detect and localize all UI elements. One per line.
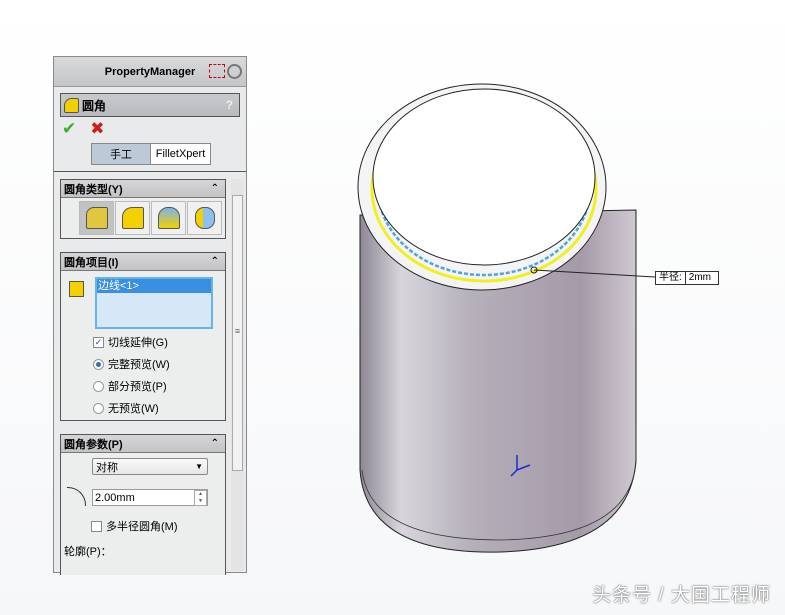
section-title: 圆角参数(P) xyxy=(64,438,123,451)
variable-radius-icon xyxy=(121,207,144,229)
radio-label: 无预览(W) xyxy=(108,403,159,415)
fillet-items-section: 圆角项目(I) ⌃ 边线<1> ✓ 切线延伸(G) 完整预览(W) 部分预览(P) … xyxy=(60,252,226,421)
no-preview-radio[interactable]: 无预览(W) xyxy=(93,397,225,419)
scrollbar[interactable]: ≡ xyxy=(231,179,244,571)
magnifier-icon[interactable] xyxy=(227,64,242,79)
method-value: 对称 xyxy=(96,461,118,474)
radius-input[interactable]: 2.00mm ▲ ▼ xyxy=(92,489,208,506)
model-viewport[interactable] xyxy=(250,0,785,615)
cancel-button[interactable]: ✖ xyxy=(90,119,104,139)
full-preview-radio[interactable]: 完整预览(W) xyxy=(93,353,225,375)
collapse-icon[interactable]: ⌃ xyxy=(211,438,219,449)
pin-icon[interactable] xyxy=(209,64,225,78)
dimension-label: 半径: xyxy=(655,271,686,285)
checkbox-label: 多半径圆角(M) xyxy=(106,521,178,533)
fillet-type-section: 圆角类型(Y) ⌃ xyxy=(60,179,226,239)
collapse-icon[interactable]: ⌃ xyxy=(211,183,219,194)
constant-radius-icon xyxy=(85,207,108,229)
tab-filletxpert[interactable]: FilletXpert xyxy=(151,144,210,164)
tangent-propagation-checkbox[interactable]: ✓ 切线延伸(G) xyxy=(93,331,225,353)
selected-edge[interactable]: 边线<1> xyxy=(97,279,211,293)
radius-icon xyxy=(67,487,86,506)
fillet-params-section: 圆角参数(P) ⌃ 对称 ▼ 2.00mm ▲ ▼ 多半径圆角(M) 轮廓(P)： xyxy=(60,434,226,575)
variable-radius-button[interactable] xyxy=(115,201,150,235)
ok-button[interactable]: ✔ xyxy=(62,119,76,139)
section-title: 圆角类型(Y) xyxy=(64,183,123,196)
tab-manual[interactable]: 手工 xyxy=(92,144,151,164)
full-round-icon xyxy=(194,207,215,229)
help-icon[interactable]: ? xyxy=(226,98,233,112)
property-manager: PropertyManager 圆角 ? ✔ ✖ 手工 FilletXpert … xyxy=(53,56,247,575)
spin-buttons[interactable]: ▲ ▼ xyxy=(194,489,207,506)
chevron-down-icon: ▼ xyxy=(195,462,203,471)
radio-label: 完整预览(W) xyxy=(108,359,170,371)
profile-label: 轮廓(P)： xyxy=(64,546,112,558)
method-select[interactable]: 对称 ▼ xyxy=(92,458,208,475)
constant-radius-button[interactable] xyxy=(79,201,114,235)
top-opening xyxy=(372,88,596,266)
face-fillet-button[interactable] xyxy=(151,201,186,235)
face-fillet-icon xyxy=(157,207,180,229)
section-title: 圆角项目(I) xyxy=(64,256,119,269)
radius-value: 2.00mm xyxy=(95,491,135,504)
pm-title: PropertyManager xyxy=(104,65,196,78)
feature-title: 圆角 xyxy=(82,98,107,113)
full-round-button[interactable] xyxy=(187,201,222,235)
partial-preview-radio[interactable]: 部分预览(P) xyxy=(93,375,225,397)
watermark: 头条号 / 大国工程师 xyxy=(592,585,771,606)
multi-radius-checkbox[interactable]: 多半径圆角(M) xyxy=(91,515,178,537)
collapse-icon[interactable]: ⌃ xyxy=(211,256,219,267)
fillet-icon xyxy=(64,97,79,113)
dimension-value[interactable]: 2mm xyxy=(685,271,719,285)
radius-dimension-callout[interactable]: 半径: 2mm xyxy=(655,271,719,285)
pm-header: PropertyManager xyxy=(54,57,246,87)
feature-header: 圆角 ? xyxy=(60,93,240,117)
radio-label: 部分预览(P) xyxy=(108,381,167,393)
edge-icon xyxy=(69,281,84,297)
checkbox-label: 切线延伸(G) xyxy=(108,337,168,349)
edge-selection-list[interactable]: 边线<1> xyxy=(95,277,213,329)
